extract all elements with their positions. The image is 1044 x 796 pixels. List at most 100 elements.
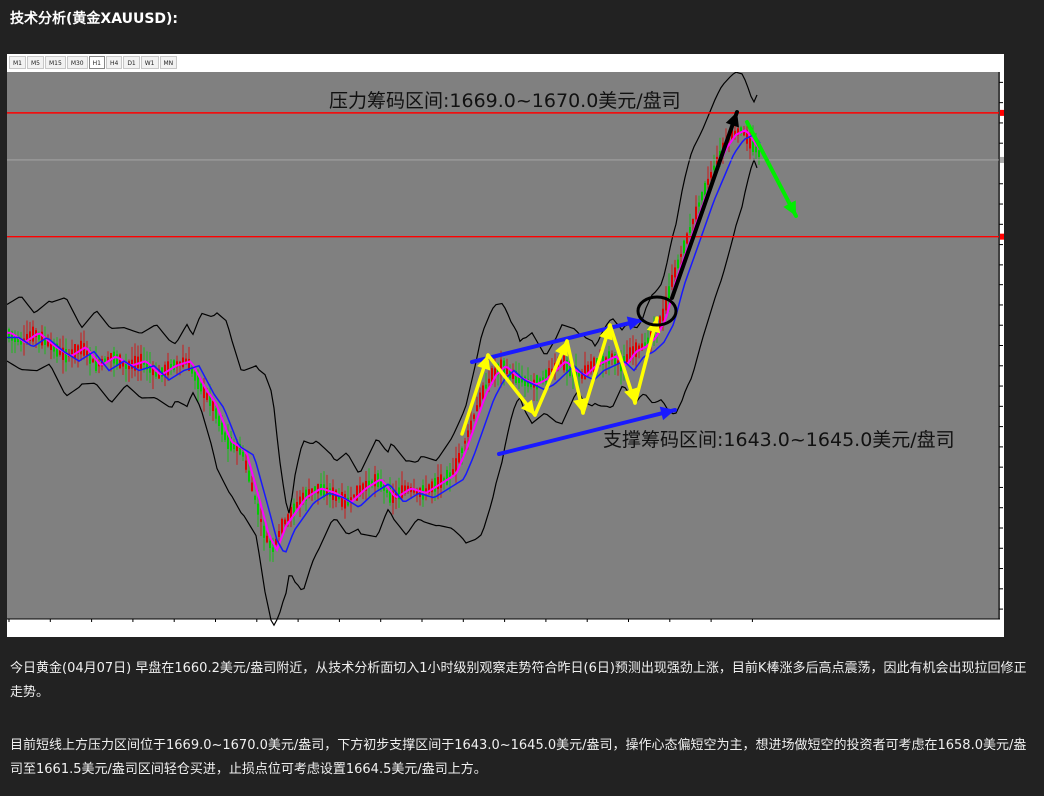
candle-body	[536, 375, 538, 390]
candle-body	[251, 482, 253, 492]
timeframe-h4-button[interactable]: H4	[105, 56, 123, 69]
candle-body	[608, 351, 610, 365]
candle-body	[446, 469, 448, 485]
candle-body	[401, 485, 403, 498]
candle-body	[116, 354, 118, 365]
candle-body	[281, 518, 283, 534]
candle-body	[488, 378, 490, 383]
candle-body	[689, 227, 691, 233]
candle-body	[434, 478, 436, 492]
candle-body	[215, 408, 217, 419]
x-tick-label: 31 Mar 07:00	[177, 627, 210, 633]
analysis-paragraph-1: 今日黄金(04月07日) 早盘在1660.2美元/盎司附近，从技术分析面切入1小…	[10, 661, 1027, 700]
x-tick-label: 31 Mar 15:00	[219, 627, 252, 633]
candle-body	[755, 146, 757, 153]
candle-body	[467, 430, 469, 437]
candle-body	[287, 514, 289, 522]
candle-body	[461, 448, 463, 454]
x-tick-label: 6 Apr 19:00	[714, 627, 743, 633]
candle-body	[119, 354, 121, 369]
candle-body	[707, 178, 709, 185]
timeframe-h1-button[interactable]: H1	[88, 56, 105, 69]
candle-body	[92, 359, 94, 363]
x-tick-label: 27 Mar 20:00	[12, 627, 45, 633]
candle-body	[257, 503, 259, 515]
candle-body	[677, 259, 679, 269]
x-tick-label: 3 Apr 02:00	[508, 627, 537, 633]
timeframe-toolbar: M1 M5 M15 M30 H1 H4 D1 W1 MN	[9, 56, 178, 69]
candle-body	[644, 342, 646, 346]
candle-body	[206, 392, 208, 401]
candle-body	[350, 497, 352, 501]
candle-body	[353, 494, 355, 498]
candle-body	[680, 253, 682, 257]
x-tick-label: 6 Apr 11:00	[673, 627, 702, 633]
x-tick-label: 1 Apr 16:00	[342, 627, 371, 633]
timeframe-m5-button[interactable]: M5	[27, 56, 44, 69]
candle-body	[701, 191, 703, 201]
candle-body	[758, 150, 760, 158]
timeframe-m30-button[interactable]: M30	[66, 56, 88, 69]
candle-body	[272, 547, 274, 552]
candle-body	[470, 420, 472, 430]
timeframe-mn-button[interactable]: MN	[159, 56, 178, 69]
candle-body	[296, 501, 298, 508]
price-chart: M1M5M15M30H1H4D1W1MN 1676.101671.801667.…	[7, 54, 1004, 637]
candle-body	[254, 495, 256, 500]
x-tick-label: 7 Apr 04:00	[755, 627, 784, 633]
x-tick-label: 30 Mar 22:00	[136, 627, 169, 633]
candle-body	[218, 416, 220, 426]
candle-body	[485, 384, 487, 389]
candle-body	[167, 361, 169, 376]
candle-body	[221, 422, 223, 435]
candle-body	[74, 344, 76, 359]
candle-body	[212, 401, 214, 412]
candle-body	[341, 491, 343, 507]
candle-body	[386, 490, 388, 493]
candle-body	[686, 233, 688, 244]
candle-body	[674, 267, 676, 278]
page-title: 技术分析(黄金XAUUSD):	[10, 11, 179, 27]
x-tick-label: 6 Apr 03:00	[632, 627, 661, 633]
candle-body	[374, 474, 376, 487]
candle-body	[380, 480, 382, 488]
candle-body	[194, 371, 196, 381]
support-annotation: 支撑筹码区间:1643.0~1645.0美元/盘司	[603, 429, 955, 451]
candle-body	[284, 519, 286, 525]
candle-body	[437, 477, 439, 490]
candle-body	[65, 349, 67, 363]
axis-gutter	[1000, 72, 1004, 637]
x-tick-label: 2 Apr 17:00	[466, 627, 495, 633]
candle-body	[635, 342, 637, 358]
candle-body	[278, 530, 280, 537]
timeframe-d1-button[interactable]: D1	[123, 56, 140, 69]
level-price-tag	[1000, 109, 1004, 116]
candle-body	[269, 540, 271, 549]
x-tick-label: 2 Apr 09:00	[425, 627, 454, 633]
candle-body	[263, 525, 265, 538]
candle-body	[476, 405, 478, 412]
x-tick-label: 30 Mar 14:00	[95, 627, 128, 633]
candle-body	[692, 218, 694, 225]
candle-body	[710, 171, 712, 178]
candle-body	[344, 494, 346, 509]
candle-body	[242, 451, 244, 457]
level-price-tag	[1000, 233, 1004, 240]
candle-body	[683, 240, 685, 254]
candle-body	[266, 535, 268, 543]
candle-body	[248, 470, 250, 482]
candle-body	[479, 392, 481, 407]
candle-body	[671, 274, 673, 287]
candle-body	[473, 414, 475, 419]
timeframe-m1-button[interactable]: M1	[9, 56, 26, 69]
candle-body	[464, 440, 466, 444]
candle-body	[698, 202, 700, 207]
timeframe-w1-button[interactable]: W1	[140, 56, 159, 69]
candle-body	[455, 458, 457, 472]
candle-body	[662, 308, 664, 321]
x-tick-label: 2 Apr 01:00	[384, 627, 413, 633]
timeframe-m15-button[interactable]: M15	[45, 56, 66, 69]
plot-background	[7, 72, 1000, 619]
candle-body	[440, 474, 442, 488]
x-tick-label: 1 Apr 08:00	[301, 627, 330, 633]
